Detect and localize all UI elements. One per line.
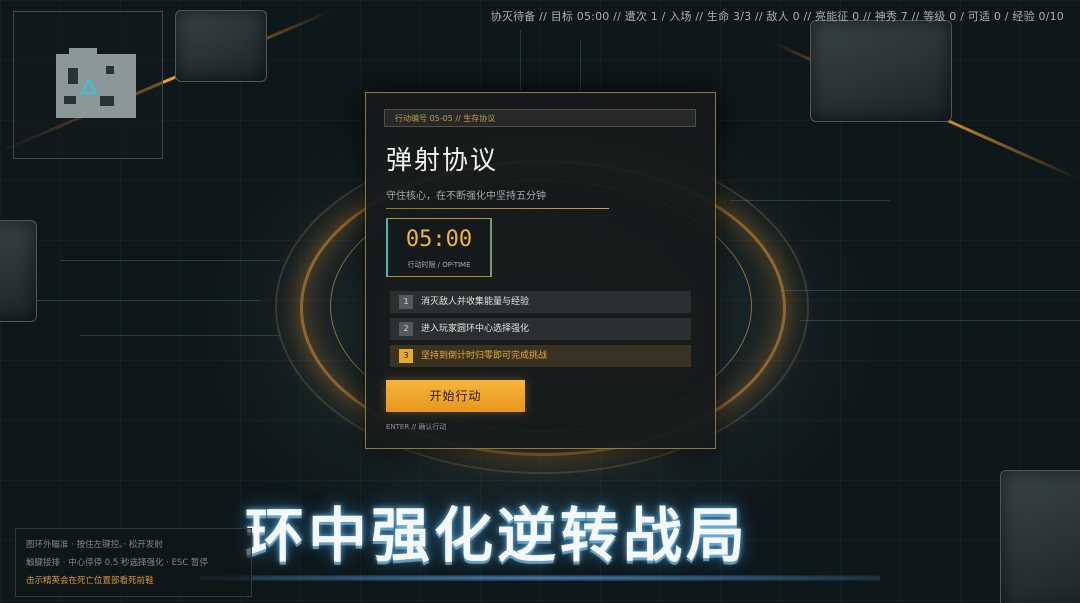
objective-number: 1 [399, 295, 413, 309]
divider [386, 208, 609, 209]
objective-item: 2 进入玩家圆环中心选择强化 [390, 318, 691, 340]
banner-glow [200, 575, 880, 581]
circuit-line [0, 300, 260, 301]
hud-status-bar: 协灭待备 // 目标 05:00 // 遭次 1 / 入场 // 生命 3/3 … [490, 10, 1064, 23]
control-hint: 图环外瞄准 · 按住左键控。· 松开发射 [26, 540, 163, 550]
metal-crate [1000, 470, 1080, 603]
timer-box: 05:00 行动时限 / OP-TIME [386, 218, 492, 277]
metal-crate [0, 220, 37, 322]
objective-text: 消灭敌人并收集能量与经验 [421, 297, 530, 307]
objective-number: 2 [399, 322, 413, 336]
circuit-line [580, 40, 581, 90]
objective-text: 坚持到倒计时归零即可完成挑战 [421, 351, 548, 361]
timer-label: 行动时限 / OP-TIME [407, 261, 471, 269]
triangle-player-icon [80, 78, 98, 94]
metal-crate [175, 10, 267, 82]
controls-help-panel: 图环外瞄准 · 按住左键控。· 松开发射 触腱接排 · 中心停停 0.5 秒选择… [15, 528, 252, 597]
circuit-line [780, 290, 1080, 291]
objective-item-active: 3 坚持到倒计时归零即可完成挑战 [390, 345, 691, 367]
mission-briefing-panel: 行动编号 05-05 // 生存协议 弹射协议 守住核心，在不断强化中坚持五分钟… [365, 92, 716, 449]
mission-code: 行动编号 05-05 // 生存协议 [384, 109, 696, 127]
circuit-line [800, 320, 1080, 321]
minimap-wall [68, 68, 78, 84]
mission-title: 弹射协议 [386, 146, 499, 176]
minimap-wall [64, 96, 76, 104]
objective-item: 1 消灭敌人并收集能量与经验 [390, 291, 691, 313]
circuit-line [80, 335, 280, 336]
circuit-line [520, 30, 521, 90]
metal-crate [810, 20, 952, 122]
promo-banner: 环中强化逆转战局 [245, 501, 750, 570]
minimap-room [124, 62, 136, 90]
timer-value: 05:00 [405, 227, 473, 252]
control-hint: 击示精英会在死亡位置部看死前鞋 [26, 576, 154, 586]
objective-number: 3 [399, 349, 413, 363]
circuit-line [730, 200, 890, 201]
minimap-wall [100, 96, 114, 106]
minimap-wall [106, 66, 114, 74]
start-mission-button[interactable]: 开始行动 [386, 380, 525, 412]
circuit-line [60, 260, 280, 261]
minimap [13, 11, 163, 159]
minimap-room [69, 48, 97, 58]
enter-hint: ENTER // 确认行动 [386, 423, 447, 431]
control-hint: 触腱接排 · 中心停停 0.5 秒选择强化 · ESC 暂停 [26, 558, 209, 568]
mission-description: 守住核心，在不断强化中坚持五分钟 [386, 191, 546, 202]
objective-text: 进入玩家圆环中心选择强化 [421, 324, 530, 334]
